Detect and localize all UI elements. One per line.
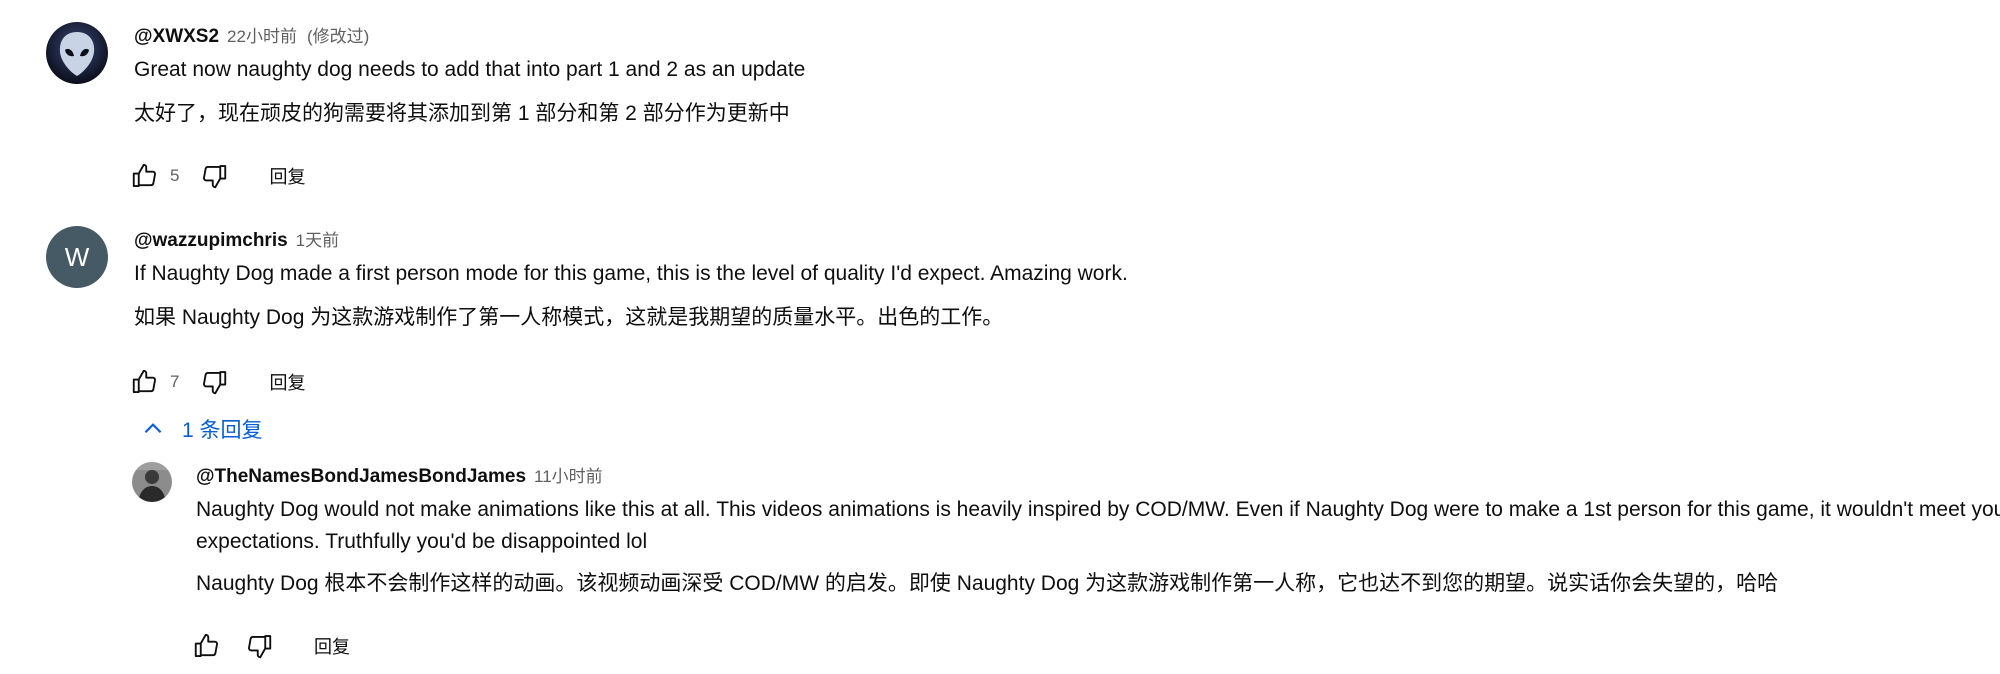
avatar[interactable] (46, 22, 108, 84)
thumbs-down-icon[interactable] (199, 161, 229, 191)
comment-author[interactable]: @XWXS2 (134, 26, 219, 48)
replies-toggle-button[interactable]: 1 条回复 (140, 414, 263, 444)
comment-text: If Naughty Dog made a first person mode … (134, 262, 1128, 285)
like-count: 7 (170, 372, 180, 391)
replies-count-label: 1 条回复 (182, 419, 263, 442)
comment-body: @wazzupimchris 1天前 If Naughty Dog made a… (134, 226, 1996, 334)
comment-header: @XWXS2 22小时前 (修改过) (134, 22, 1996, 50)
comment-thread: @XWXS2 22小时前 (修改过) Great now naughty dog… (46, 22, 1996, 192)
comment-text: Naughty Dog would not make animations li… (196, 498, 2000, 553)
reply-button[interactable]: 回复 (269, 369, 305, 395)
comment-text: Great now naughty dog needs to add that … (134, 58, 806, 81)
comments-section: @XWXS2 22小时前 (修改过) Great now naughty dog… (0, 0, 2000, 674)
thumbs-down-icon[interactable] (199, 367, 229, 397)
comment-time[interactable]: 22小时前 (227, 22, 297, 47)
comment-time[interactable]: 11小时前 (534, 462, 603, 487)
thumbs-up-icon[interactable] (130, 161, 160, 191)
alien-head-icon (46, 22, 108, 84)
edited-label: (修改过) (306, 27, 370, 46)
comment-actions: 回复 (192, 626, 350, 666)
comment-time[interactable]: 1天前 (296, 226, 339, 251)
comment-header: @TheNamesBondJamesBondJames 11小时前 (196, 462, 1996, 490)
chevron-up-icon (144, 423, 162, 434)
thumbs-up-icon[interactable] (130, 367, 160, 397)
avatar[interactable] (132, 462, 172, 502)
avatar[interactable]: W (46, 226, 108, 288)
person-photo-icon (132, 462, 172, 502)
comment-header: @wazzupimchris 1天前 (134, 226, 1996, 254)
comment-translation: Naughty Dog 根本不会制作这样的动画。该视频动画深受 COD/MW 的… (196, 572, 1779, 595)
comment-translation: 太好了，现在顽皮的狗需要将其添加到第 1 部分和第 2 部分作为更新中 (134, 102, 790, 125)
comment-thread: W @wazzupimchris 1天前 If Naughty Dog made… (46, 226, 1996, 406)
thumbs-down-icon[interactable] (244, 631, 274, 661)
reply-button[interactable]: 回复 (314, 633, 350, 659)
comment-author[interactable]: @TheNamesBondJamesBondJames (196, 466, 526, 488)
comment-actions: 7 回复 (130, 362, 305, 402)
comment-body: @XWXS2 22小时前 (修改过) Great now naughty dog… (134, 22, 1996, 130)
reply-button[interactable]: 回复 (269, 163, 305, 189)
comment-translation: 如果 Naughty Dog 为这款游戏制作了第一人称模式，这就是我期望的质量水… (134, 306, 1004, 329)
comment-actions: 5 回复 (130, 156, 305, 196)
like-count: 5 (170, 166, 180, 185)
thumbs-up-icon[interactable] (192, 631, 222, 661)
comment-author[interactable]: @wazzupimchris (134, 230, 288, 252)
reply-comment: @TheNamesBondJamesBondJames 11小时前 Naught… (132, 462, 2000, 672)
comment-body: @TheNamesBondJamesBondJames 11小时前 Naught… (196, 462, 2000, 600)
